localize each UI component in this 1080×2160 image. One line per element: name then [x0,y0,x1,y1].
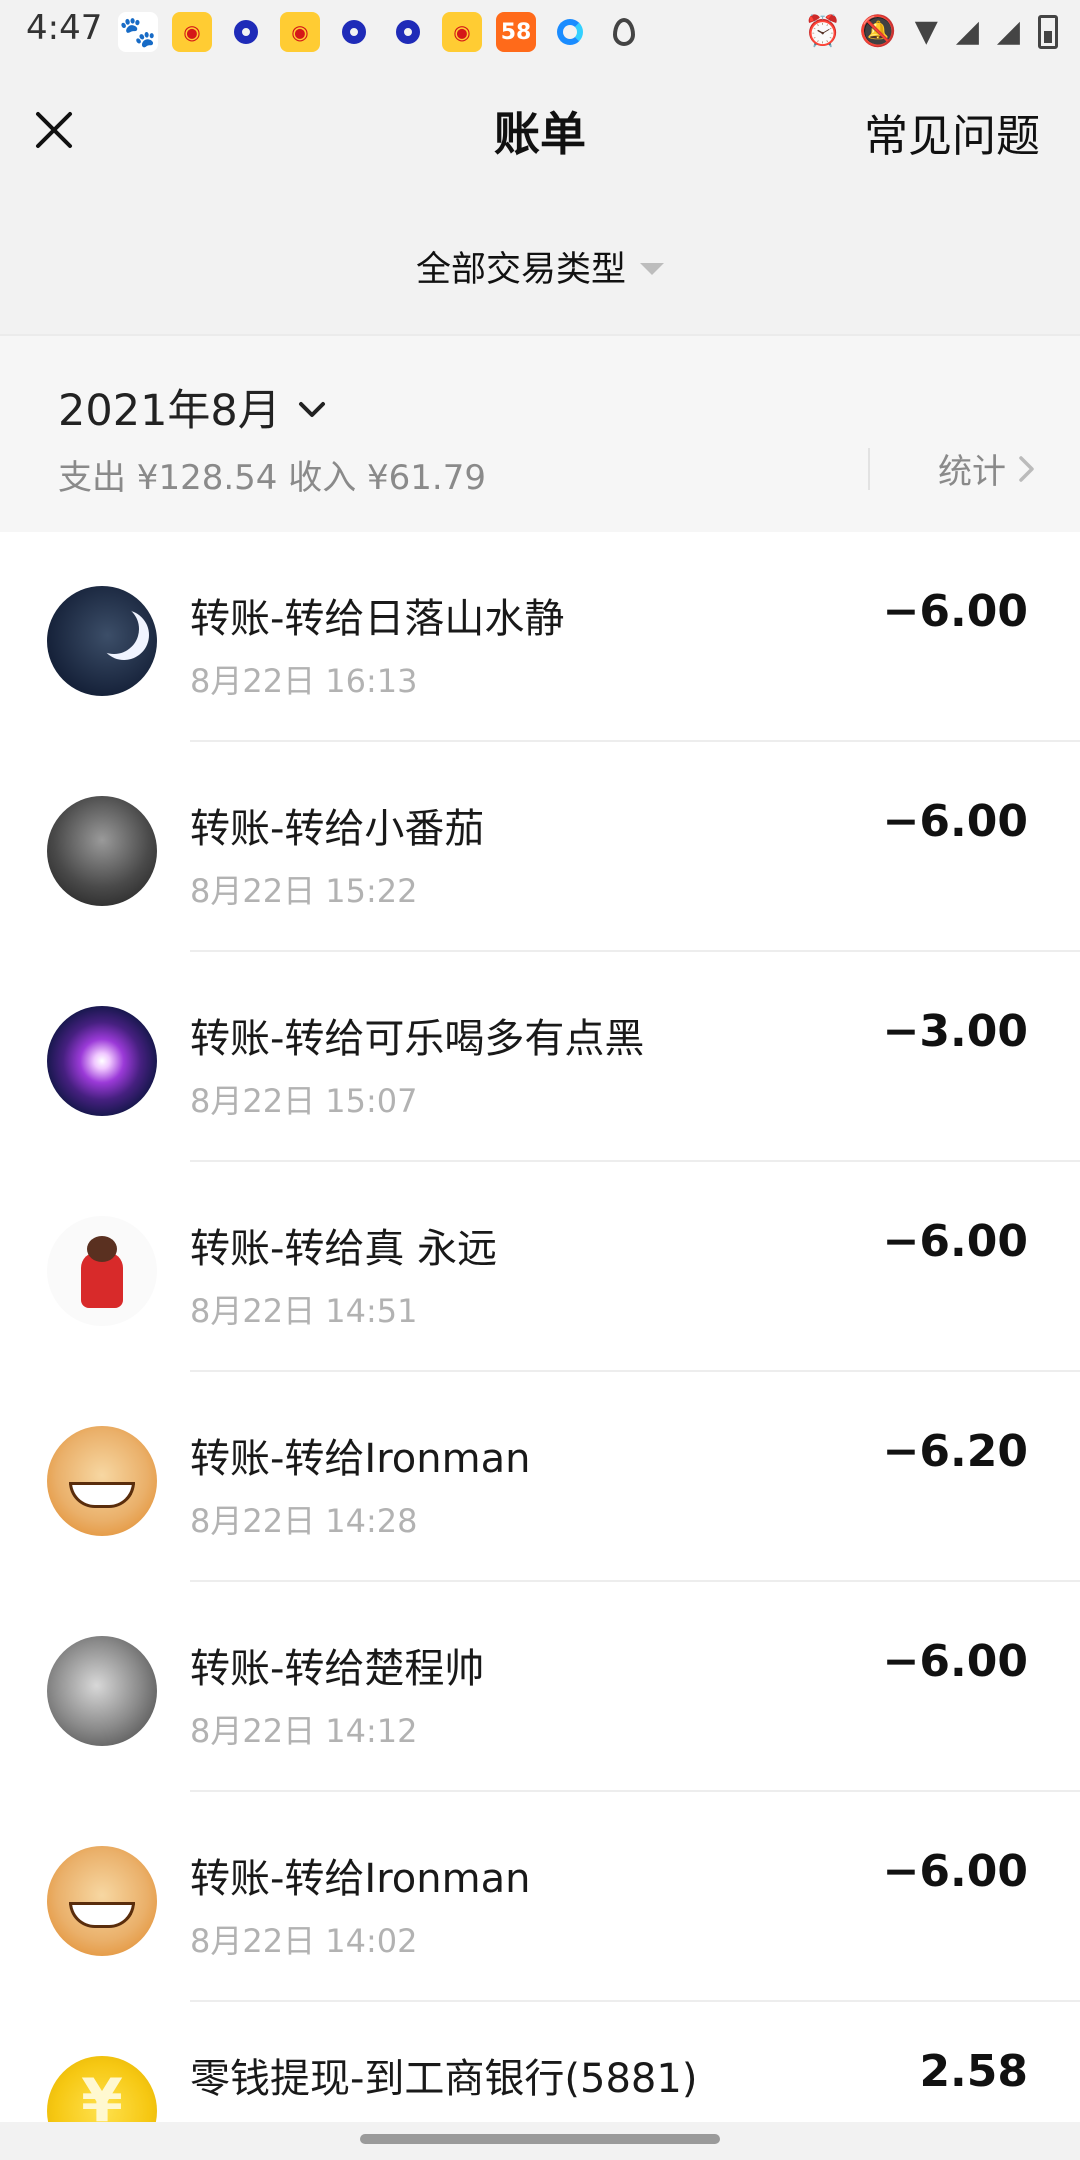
avatar [47,1426,157,1536]
stats-label: 统计 [938,452,1006,492]
mute-bell-icon: 🔕 [859,14,897,49]
transaction-time: 8月22日 14:02 [190,1922,418,1960]
transaction-title: 转账-转给真 永远 [190,1226,498,1272]
transaction-row[interactable]: 转账-转给Ironman 8月22日 14:28 −6.20 [0,1372,1080,1582]
baidu-icon: 🐾 [118,12,158,52]
month-summary: 2021年8月 支出 ¥128.54 收入 ¥61.79 统计 [0,334,1080,534]
transaction-title: 转账-转给日落山水静 [190,596,565,642]
wifi-icon: ▼ [914,14,938,49]
transaction-title: 转账-转给Ironman [190,1436,531,1482]
transaction-row[interactable]: 转账-转给可乐喝多有点黑 8月22日 15:07 −3.00 [0,952,1080,1162]
ring-app-icon [388,12,428,52]
transaction-row[interactable]: 转账-转给日落山水静 8月22日 16:13 −6.00 [0,532,1080,742]
transaction-title: 转账-转给可乐喝多有点黑 [190,1016,645,1062]
transaction-time: 8月22日 14:12 [190,1712,418,1750]
transaction-title: 转账-转给小番茄 [190,806,485,852]
weibo-icon: ◉ [172,12,212,52]
signal-icon: ◢ [955,14,979,49]
transaction-list: 转账-转给日落山水静 8月22日 16:13 −6.00 转账-转给小番茄 8月… [0,532,1080,2122]
transaction-type-filter[interactable]: 全部交易类型 [0,198,1080,334]
month-totals: 支出 ¥128.54 收入 ¥61.79 [58,458,486,498]
battery-icon [1038,15,1058,49]
notification-icons: 🐾 ◉ ◉ ◉ 58 [118,10,644,54]
navigation-bar: 账单 常见问题 [0,62,1080,198]
transaction-amount: −6.20 [882,1426,1028,1477]
transaction-time: 8月22日 14:28 [190,1502,418,1540]
transaction-amount: −6.00 [882,1846,1028,1897]
transaction-row[interactable]: 转账-转给Ironman 8月22日 14:02 −6.00 [0,1792,1080,2002]
avatar [47,796,157,906]
transaction-time: 8月22日 15:07 [190,1082,418,1120]
app58-icon: 58 [496,12,536,52]
chevron-right-icon [1019,455,1034,482]
faq-link[interactable]: 常见问题 [864,100,1040,164]
avatar: ¥ [47,2056,157,2122]
transaction-amount: −6.00 [882,796,1028,847]
avatar [47,1216,157,1326]
transaction-time: 8月22日 16:13 [190,662,418,700]
filter-label: 全部交易类型 [415,249,626,290]
yuan-coin-icon: ¥ [81,2066,123,2122]
chevron-down-icon [298,402,325,417]
transaction-title: 转账-转给楚程帅 [190,1646,485,1692]
triangle-down-icon [640,263,664,275]
weibo-icon: ◉ [442,12,482,52]
browser-icon [550,12,590,52]
system-icons: ⏰ 🔕 ▼ ◢ ◢ [804,10,1058,54]
signal-icon: ◢ [996,14,1020,49]
avatar [47,586,157,696]
month-label: 2021年8月 [58,386,281,436]
transaction-row[interactable]: ¥ 零钱提现-到工商银行(5881) 2.58 [0,2002,1080,2122]
ring-app-icon [226,12,266,52]
transaction-amount: −6.00 [882,1216,1028,1267]
location-pin-icon [604,12,644,52]
avatar [47,1006,157,1116]
transaction-title: 转账-转给Ironman [190,1856,531,1902]
transaction-amount: −3.00 [882,1006,1028,1057]
transaction-title: 零钱提现-到工商银行(5881) [190,2056,698,2102]
weibo-icon: ◉ [280,12,320,52]
stats-button[interactable]: 统计 [938,444,1038,493]
gesture-bar [0,2122,1080,2160]
transaction-time: 8月22日 15:22 [190,872,418,910]
home-indicator[interactable] [360,2134,720,2144]
transaction-amount: 2.58 [919,2046,1028,2097]
avatar [47,1846,157,1956]
transaction-amount: −6.00 [882,586,1028,637]
divider [868,448,870,490]
month-selector[interactable]: 2021年8月 [58,376,329,438]
ring-app-icon [334,12,374,52]
transaction-amount: −6.00 [882,1636,1028,1687]
transaction-time: 8月22日 14:51 [190,1292,418,1330]
status-time: 4:47 [26,8,103,48]
transaction-row[interactable]: 转账-转给小番茄 8月22日 15:22 −6.00 [0,742,1080,952]
transaction-row[interactable]: 转账-转给楚程帅 8月22日 14:12 −6.00 [0,1582,1080,1792]
status-bar: 4:47 🐾 ◉ ◉ ◉ 58 ⏰ 🔕 ▼ ◢ ◢ [0,0,1080,62]
avatar [47,1636,157,1746]
transaction-row[interactable]: 转账-转给真 永远 8月22日 14:51 −6.00 [0,1162,1080,1372]
alarm-icon: ⏰ [804,14,842,49]
